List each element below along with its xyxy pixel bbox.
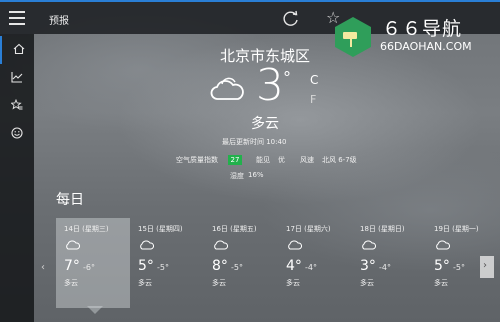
daily-section-title: 每日 (56, 192, 84, 208)
forecast-day[interactable]: 14日 (星期三) 7° -6° 多云 (56, 218, 130, 308)
forecast-low: -6° (83, 263, 95, 272)
forecast-low: -5° (453, 263, 465, 272)
forecast-day[interactable]: 18日 (星期日) 3° -4° 多云 (352, 218, 426, 308)
last-updated: 最后更新时间 10:40 (222, 138, 287, 146)
forecast-date: 18日 (星期日) (360, 225, 405, 233)
chart-icon (11, 72, 23, 83)
forecast-date: 19日 (星期一) (434, 225, 479, 233)
nav-sidebar (0, 34, 34, 322)
forecast-day[interactable]: 16日 (星期五) 8° -5° 多云 (204, 218, 278, 308)
app-title: 预报 (49, 16, 69, 27)
forecast-next-button[interactable]: › (480, 256, 494, 278)
forecast-high: 8° (212, 258, 228, 274)
humidity-label: 湿度 (230, 172, 244, 180)
aqi-label: 空气质量指数 (176, 156, 218, 164)
forecast-high: 5° (434, 258, 450, 274)
aqi-badge: 27 (228, 155, 242, 165)
forecast-date: 16日 (星期五) (212, 225, 257, 233)
watermark-logo-icon (335, 17, 371, 57)
forecast-date: 14日 (星期三) (64, 225, 109, 233)
visibility-label: 能见 (256, 156, 270, 164)
daily-forecast-list: 14日 (星期三) 7° -6° 多云 15日 (星期四) 5° -5° 多云 … (56, 218, 500, 322)
smiley-icon (11, 127, 23, 139)
unit-fahrenheit-toggle[interactable]: F (310, 93, 316, 106)
forecast-day[interactable]: 17日 (星期六) 4° -4° 多云 (278, 218, 352, 308)
forecast-low: -5° (157, 263, 169, 272)
forecast-condition: 多云 (212, 279, 226, 287)
wind-value: 北风 6-7级 (322, 156, 357, 164)
sidebar-item-home[interactable] (0, 36, 34, 64)
forecast-high: 7° (64, 258, 80, 274)
forecast-low: -5° (231, 263, 243, 272)
watermark-title: ６６导航 (382, 18, 463, 40)
cloud-icon (362, 240, 376, 250)
cloud-icon (214, 240, 228, 250)
forecast-high: 5° (138, 258, 154, 274)
unit-celsius-toggle[interactable]: C (310, 73, 318, 87)
sidebar-item-charts[interactable] (0, 64, 34, 92)
forecast-high: 4° (286, 258, 302, 274)
forecast-day[interactable]: 15日 (星期四) 5° -5° 多云 (130, 218, 204, 308)
selected-day-pointer (87, 306, 103, 314)
forecast-condition: 多云 (138, 279, 152, 287)
humidity-value: 16% (248, 171, 264, 179)
forecast-high: 3° (360, 258, 376, 274)
forecast-condition: 多云 (360, 279, 374, 287)
cloud-icon (140, 240, 154, 250)
forecast-prev-arrow[interactable]: ‹ (41, 262, 45, 273)
current-temperature: 3 (256, 60, 284, 111)
chevron-right-icon: › (483, 260, 487, 271)
visibility-value: 优 (278, 156, 285, 164)
forecast-date: 17日 (星期六) (286, 225, 331, 233)
watermark-url: 66DAOHAN.COM (380, 40, 472, 53)
refresh-icon[interactable] (282, 10, 300, 28)
hamburger-icon[interactable] (9, 11, 25, 25)
wind-label: 风速 (300, 156, 314, 164)
forecast-low: -4° (379, 263, 391, 272)
cloud-icon (436, 240, 450, 250)
current-condition: 多云 (251, 116, 279, 132)
star-list-icon (11, 99, 23, 110)
forecast-date: 15日 (星期四) (138, 225, 183, 233)
site-watermark: ６６导航 66DAOHAN.COM (332, 10, 498, 68)
home-icon (13, 43, 25, 55)
cloud-icon (210, 77, 244, 100)
cloud-icon (288, 240, 302, 250)
forecast-condition: 多云 (434, 279, 448, 287)
cloud-icon (66, 240, 80, 250)
sidebar-item-feedback[interactable] (0, 120, 34, 148)
forecast-condition: 多云 (286, 279, 300, 287)
sidebar-item-favorites[interactable] (0, 92, 34, 120)
forecast-low: -4° (305, 263, 317, 272)
forecast-condition: 多云 (64, 279, 78, 287)
degree-symbol: ° (283, 68, 291, 87)
